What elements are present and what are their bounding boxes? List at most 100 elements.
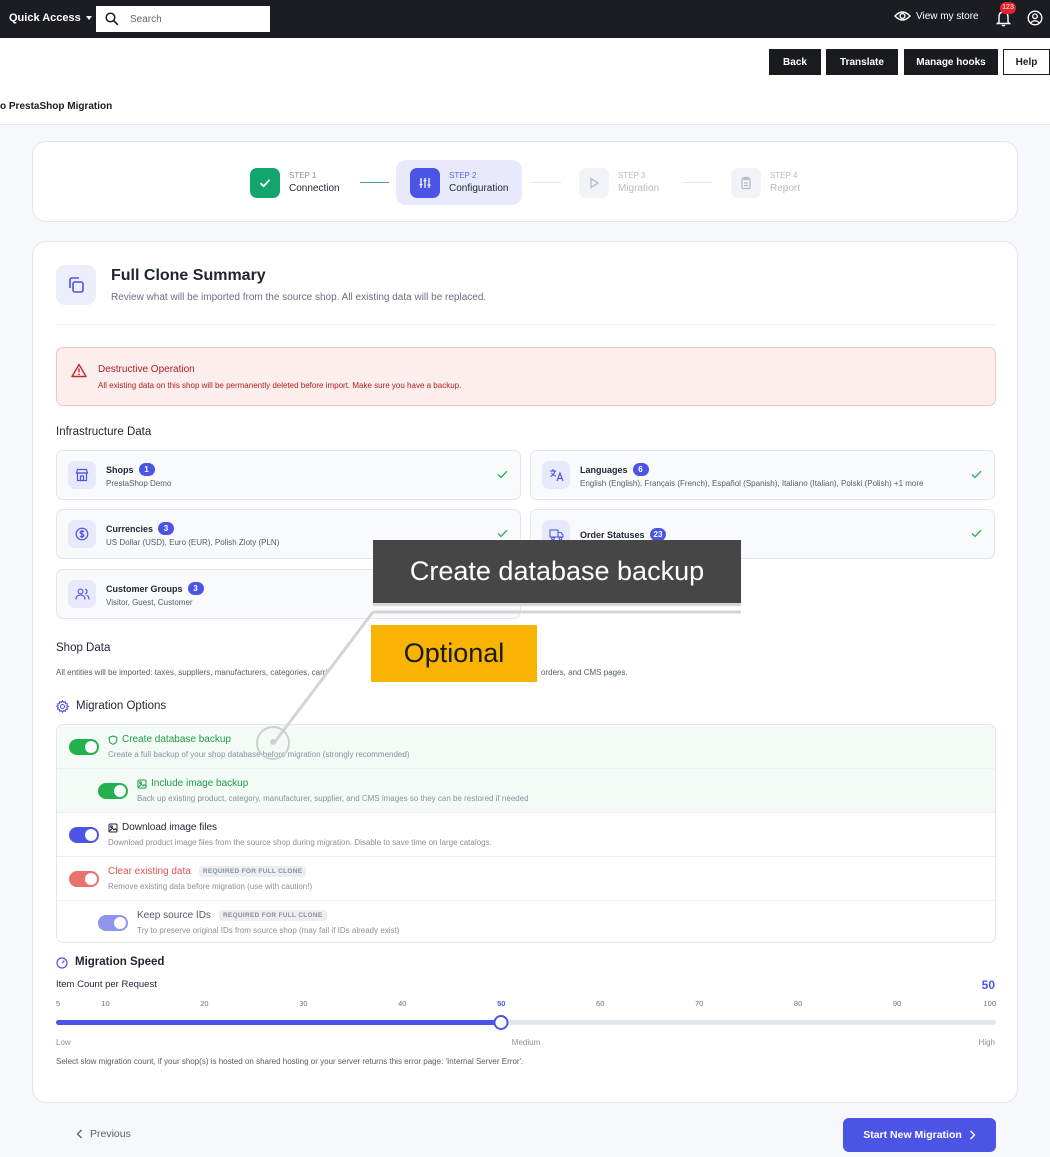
count-badge: 3 bbox=[187, 582, 204, 595]
destructive-alert: Destructive Operation All existing data … bbox=[56, 347, 996, 406]
back-button[interactable]: Back bbox=[769, 49, 821, 75]
check-icon bbox=[971, 529, 982, 538]
step-number: STEP 3 bbox=[618, 171, 646, 180]
option-desc: Download product image files from the so… bbox=[108, 838, 492, 847]
speed-label: Item Count per Request bbox=[56, 979, 157, 990]
speed-tick: 70 bbox=[694, 999, 704, 1008]
stepper: STEP 1 Connection STEP 2 Configuration STE… bbox=[32, 141, 1018, 222]
migration-options-heading: Migration Options bbox=[76, 700, 167, 712]
start-migration-button[interactable]: Start New Migration bbox=[843, 1118, 996, 1152]
check-icon bbox=[497, 470, 508, 479]
speed-tick: 30 bbox=[299, 999, 308, 1008]
image-icon bbox=[137, 779, 147, 788]
option-create-backup[interactable]: Create database backup Create a full bac… bbox=[57, 725, 995, 769]
download-images-toggle[interactable] bbox=[69, 827, 99, 843]
quick-access-menu[interactable]: Quick Access bbox=[9, 12, 92, 24]
speed-tick: 100 bbox=[983, 999, 996, 1008]
speed-tick: 60 bbox=[596, 999, 605, 1008]
alert-description: All existing data on this shop will be p… bbox=[98, 381, 462, 390]
migration-options-list: Create database backup Create a full bac… bbox=[56, 724, 996, 943]
option-download-images[interactable]: Download image files Download product im… bbox=[57, 813, 995, 857]
info-name: Currencies bbox=[106, 523, 154, 534]
step-label: Migration bbox=[618, 183, 660, 194]
step-label: Configuration bbox=[449, 183, 509, 194]
translate-button[interactable]: Translate bbox=[826, 49, 898, 75]
option-title: Clear existing data bbox=[108, 866, 191, 877]
shield-icon bbox=[108, 734, 118, 745]
info-name: Languages bbox=[580, 464, 628, 475]
previous-button[interactable]: Previous bbox=[76, 1128, 131, 1140]
info-name: Customer Groups bbox=[106, 583, 183, 594]
step-number: STEP 1 bbox=[289, 171, 317, 180]
check-icon bbox=[250, 167, 280, 198]
speed-tick: 50 bbox=[497, 999, 506, 1008]
info-desc: PrestaShop Demo bbox=[106, 479, 172, 488]
info-card-languages: Languages 6 English (English), Français (… bbox=[530, 450, 995, 500]
step-configuration[interactable]: STEP 2 Configuration bbox=[396, 160, 523, 205]
manage-hooks-button[interactable]: Manage hooks bbox=[904, 49, 998, 75]
translate-icon bbox=[542, 461, 570, 489]
speed-slider[interactable] bbox=[56, 1015, 996, 1030]
gear-icon bbox=[56, 700, 69, 713]
step-connector bbox=[683, 182, 712, 183]
step-connector bbox=[360, 182, 389, 183]
view-store-link[interactable]: View my store bbox=[894, 10, 979, 22]
option-desc: Create a full backup of your shop databa… bbox=[108, 750, 410, 759]
chevron-left-icon bbox=[76, 1129, 82, 1139]
speed-tick: 90 bbox=[892, 999, 902, 1008]
option-title: Create database backup bbox=[122, 734, 231, 745]
shop-data-desc-end: orders, and CMS pages. bbox=[541, 668, 628, 677]
user-account-icon[interactable] bbox=[1027, 10, 1043, 26]
top-bar: Quick Access View my store 123 bbox=[0, 0, 1050, 38]
clear-data-toggle[interactable] bbox=[69, 871, 99, 887]
image-backup-toggle[interactable] bbox=[98, 783, 128, 799]
copy-icon bbox=[56, 265, 96, 305]
search-icon bbox=[105, 12, 119, 26]
alert-title: Destructive Operation bbox=[98, 364, 195, 375]
keep-ids-toggle[interactable] bbox=[98, 915, 128, 931]
store-icon bbox=[68, 461, 96, 489]
step-report[interactable]: STEP 4 Report bbox=[731, 160, 800, 205]
help-button[interactable]: Help bbox=[1003, 49, 1050, 75]
step-migration[interactable]: STEP 3 Migration bbox=[579, 160, 659, 205]
option-title: Download image files bbox=[122, 822, 218, 833]
migration-speed-heading: Migration Speed bbox=[75, 956, 165, 968]
warning-icon bbox=[71, 363, 87, 378]
info-desc: Visitor, Guest, Customer bbox=[106, 598, 193, 607]
option-keep-source-ids[interactable]: Keep source IDs REQUIRED FOR FULL CLONE T… bbox=[57, 901, 995, 942]
image-icon bbox=[108, 823, 118, 832]
speed-description: Select slow migration count, if your sho… bbox=[56, 1057, 524, 1066]
shop-data-desc-start: All entities will be imported: taxes, su… bbox=[56, 668, 328, 677]
shop-data-heading: Shop Data bbox=[56, 642, 111, 654]
shop-data-description: All entities will be imported: taxes, su… bbox=[56, 668, 628, 677]
speedometer-icon bbox=[56, 957, 68, 969]
speed-value: 50 bbox=[981, 978, 995, 992]
start-migration-label: Start New Migration bbox=[863, 1129, 962, 1141]
option-clear-existing-data[interactable]: Clear existing data REQUIRED FOR FULL CLO… bbox=[57, 857, 995, 901]
option-include-image-backup[interactable]: Include image backup Back up existing pr… bbox=[57, 769, 995, 813]
sliders-icon bbox=[410, 167, 440, 198]
speed-tick: 20 bbox=[200, 999, 209, 1008]
eye-icon bbox=[894, 11, 911, 21]
dollar-icon bbox=[68, 520, 96, 548]
search-input[interactable] bbox=[130, 11, 260, 27]
previous-label: Previous bbox=[90, 1128, 131, 1140]
notification-badge: 123 bbox=[1000, 2, 1016, 14]
callout-label: Create database backup bbox=[373, 540, 741, 606]
backup-toggle[interactable] bbox=[69, 739, 99, 755]
slider-thumb[interactable] bbox=[493, 1015, 509, 1030]
speed-low-label: Low bbox=[56, 1038, 71, 1047]
step-connection[interactable]: STEP 1 Connection bbox=[250, 160, 340, 205]
clipboard-icon bbox=[731, 167, 761, 198]
page-title: o PrestaShop Migration bbox=[0, 101, 113, 112]
count-badge: 6 bbox=[632, 463, 649, 476]
count-badge: 3 bbox=[158, 522, 175, 535]
search-box[interactable] bbox=[96, 6, 270, 32]
speed-tick: 5 bbox=[56, 999, 61, 1008]
step-connector bbox=[530, 182, 561, 183]
step-label: Connection bbox=[289, 183, 340, 194]
required-badge: REQUIRED FOR FULL CLONE bbox=[218, 910, 327, 921]
option-desc: Remove existing data before migration (u… bbox=[108, 882, 313, 891]
info-card-shops: Shops 1 PrestaShop Demo bbox=[56, 450, 521, 500]
option-desc: Back up existing product, category, manu… bbox=[137, 794, 529, 803]
